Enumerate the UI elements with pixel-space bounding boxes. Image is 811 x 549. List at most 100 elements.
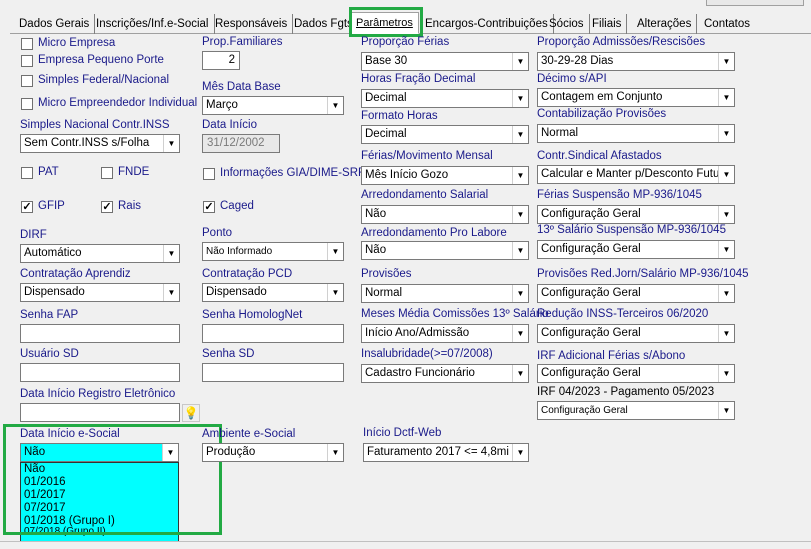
prop-ferias-label: Proporção Férias (361, 36, 450, 48)
chevron-down-icon: ▼ (512, 365, 528, 382)
gia-label: Informações GIA/DIME-SRF (220, 167, 366, 179)
reducao-inss-label: Redução INSS-Terceiros 06/2020 (537, 308, 709, 320)
mes-base-select[interactable]: Março ▼ (202, 96, 344, 115)
gfip-checkbox[interactable]: ✓ (21, 201, 33, 213)
sindical-value: Calcular e Manter p/Desconto Futuro (541, 168, 730, 180)
simples-inss-select[interactable]: Sem Contr.INSS s/Folha ▼ (20, 134, 180, 153)
lightbulb-icon[interactable]: 💡 (182, 404, 200, 422)
prov-red-select[interactable]: Configuração Geral ▼ (537, 284, 735, 303)
ferias-mov-select[interactable]: Mês Início Gozo ▼ (361, 166, 529, 185)
usuario-sd-input[interactable] (20, 363, 180, 382)
senha-fap-input[interactable] (20, 324, 180, 343)
decimo-api-select[interactable]: Contagem em Conjunto ▼ (537, 88, 735, 107)
chevron-down-icon: ▼ (512, 206, 528, 223)
ferias-susp-select[interactable]: Configuração Geral ▼ (537, 205, 735, 224)
simples-checkbox[interactable] (21, 75, 33, 87)
gia-checkbox[interactable] (203, 168, 215, 180)
tab-dados-gerais[interactable]: Dados Gerais (14, 14, 96, 34)
registro-eletronico-input[interactable] (20, 403, 180, 422)
chevron-down-icon: ▼ (327, 243, 343, 260)
provisoes-value: Normal (365, 287, 403, 299)
chevron-down-icon: ▼ (718, 241, 734, 258)
pcd-select[interactable]: Dispensado ▼ (202, 283, 344, 302)
ferias-susp-value: Configuração Geral (541, 208, 641, 220)
decimo-susp-select[interactable]: Configuração Geral ▼ (537, 240, 735, 259)
reducao-inss-select[interactable]: Configuração Geral ▼ (537, 324, 735, 343)
prop-ferias-select[interactable]: Base 30 ▼ (361, 52, 529, 71)
gfip-label: GFIP (38, 200, 65, 212)
comissoes-label: Meses Média Comissões 13º Salário (361, 308, 549, 320)
prop-adm-select[interactable]: 30-29-28 Dias ▼ (537, 52, 735, 71)
aprendiz-label: Contratação Aprendiz (20, 268, 131, 280)
data-inicio-input[interactable]: 31/12/2002 (202, 134, 280, 153)
pcd-label: Contratação PCD (202, 268, 293, 280)
irf-2023-select[interactable]: Configuração Geral ▼ (537, 401, 735, 420)
simples-inss-value: Sem Contr.INSS s/Folha (24, 137, 150, 149)
chevron-down-icon: ▼ (512, 53, 528, 70)
chevron-down-icon: ▼ (718, 285, 734, 302)
pat-label: PAT (38, 166, 59, 178)
dirf-select[interactable]: Automático ▼ (20, 244, 180, 263)
fnde-checkbox[interactable] (101, 167, 113, 179)
decimo-susp-label: 13º Salário Suspensão MP-936/1045 (537, 224, 726, 236)
chevron-down-icon: ▼ (718, 125, 734, 142)
provisoes-label: Provisões (361, 268, 412, 280)
pat-checkbox[interactable] (21, 167, 33, 179)
prop-familiares-label: Prop.Familiares (202, 36, 283, 48)
sindical-select[interactable]: Calcular e Manter p/Desconto Futuro ▼ (537, 165, 735, 184)
irf-ferias-value: Configuração Geral (541, 367, 641, 379)
chevron-down-icon: ▼ (512, 167, 528, 184)
chevron-down-icon: ▼ (718, 206, 734, 223)
dctf-value: Faturamento 2017 <= 4,8mi (367, 446, 509, 458)
ponto-select[interactable]: Não Informado ▼ (202, 242, 344, 261)
formato-horas-select[interactable]: Decimal ▼ (361, 125, 529, 144)
tab-socios[interactable]: Sócios (544, 14, 590, 34)
chevron-down-icon: ▼ (327, 97, 343, 114)
tab-alteracoes[interactable]: Alterações (632, 14, 698, 34)
dctf-select[interactable]: Faturamento 2017 <= 4,8mi ▼ (363, 443, 529, 462)
chevron-down-icon: ▼ (512, 126, 528, 143)
pequeno-porte-checkbox[interactable] (21, 55, 33, 67)
chevron-down-icon: ▼ (718, 53, 734, 70)
mei-checkbox[interactable] (21, 98, 33, 110)
formato-horas-value: Decimal (365, 128, 407, 140)
ambiente-select[interactable]: Produção ▼ (202, 443, 344, 462)
rais-checkbox[interactable]: ✓ (101, 201, 113, 213)
arred-salarial-value: Não (365, 208, 387, 220)
ferias-susp-label: Férias Suspensão MP-936/1045 (537, 189, 702, 201)
irf-ferias-select[interactable]: Configuração Geral ▼ (537, 364, 735, 383)
micro-empresa-checkbox[interactable] (21, 38, 33, 50)
simples-label: Simples Federal/Nacional (38, 74, 170, 86)
prop-adm-value: 30-29-28 Dias (541, 55, 614, 67)
chevron-down-icon: ▼ (163, 245, 179, 262)
chevron-down-icon: ▼ (512, 444, 528, 461)
ferias-mov-label: Férias/Movimento Mensal (361, 150, 493, 162)
comissoes-select[interactable]: Início Ano/Admissão ▼ (361, 324, 529, 343)
ambiente-value: Produção (206, 446, 256, 458)
senha-sd-input[interactable] (202, 363, 344, 382)
tab-encargos[interactable]: Encargos-Contribuições (420, 14, 554, 34)
chevron-down-icon: ▼ (327, 284, 343, 301)
arred-labore-select[interactable]: Não ▼ (361, 241, 529, 260)
insalubridade-select[interactable]: Cadastro Funcionário ▼ (361, 364, 529, 383)
comissoes-value: Início Ano/Admissão (365, 327, 470, 339)
prop-adm-label: Proporção Admissões/Rescisões (537, 36, 706, 48)
prop-familiares-input[interactable]: 2 (202, 51, 240, 70)
caged-checkbox[interactable]: ✓ (203, 201, 215, 213)
dctf-label: Início Dctf-Web (363, 427, 442, 439)
caged-label: Caged (220, 200, 254, 212)
insalubridade-value: Cadastro Funcionário (365, 367, 475, 379)
tab-inscricoes[interactable]: Inscrições/Inf.e-Social (91, 14, 215, 34)
horas-fracao-select[interactable]: Decimal ▼ (361, 89, 529, 108)
insalubridade-label: Insalubridade(>=07/2008) (361, 348, 493, 360)
homolognet-label: Senha HomologNet (202, 309, 303, 321)
provisoes-select[interactable]: Normal ▼ (361, 284, 529, 303)
top-toolbar-button[interactable] (706, 0, 804, 6)
arred-salarial-select[interactable]: Não ▼ (361, 205, 529, 224)
contab-select[interactable]: Normal ▼ (537, 124, 735, 143)
tab-filiais[interactable]: Filiais (587, 14, 628, 34)
aprendiz-select[interactable]: Dispensado ▼ (20, 283, 180, 302)
homolognet-input[interactable] (202, 324, 344, 343)
tab-responsaveis[interactable]: Responsáveis (210, 14, 294, 34)
tab-contatos[interactable]: Contatos (699, 14, 755, 34)
